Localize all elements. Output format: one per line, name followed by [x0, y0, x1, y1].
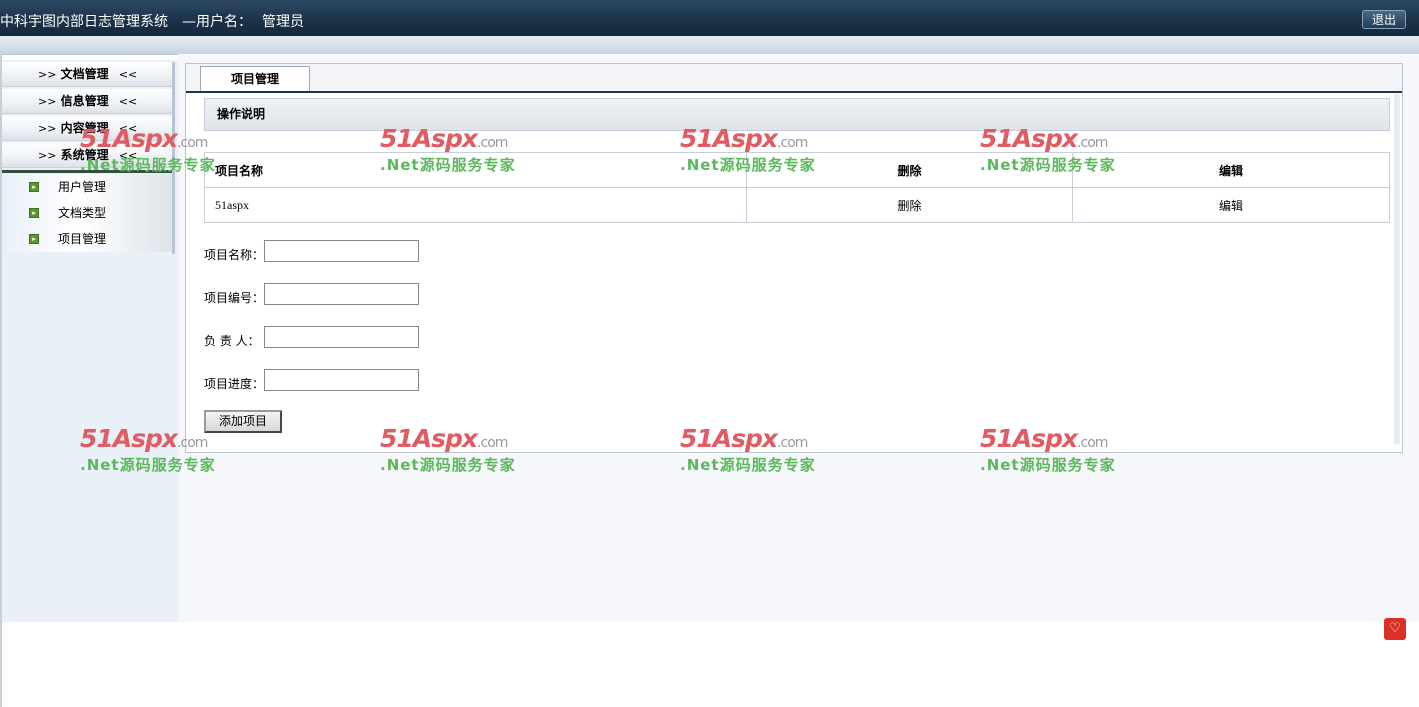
menu-system-management[interactable]: >> 系统管理 <<	[2, 143, 172, 168]
column-header-name: 项目名称	[204, 152, 747, 188]
header-title: 中科宇图内部日志管理系统 —用户名： 管理员	[0, 11, 304, 31]
owner-label: 负 责 人：	[204, 334, 260, 348]
delete-link[interactable]: 删除	[746, 187, 1073, 223]
main-panel: 项目管理 操作说明 项目名称 删除 编辑 51aspx 删除 编辑 项目名称： …	[185, 63, 1403, 453]
progress-label: 项目进度：	[204, 377, 265, 391]
user-name: 管理员	[262, 14, 304, 30]
menu-divider	[2, 170, 174, 173]
menu-arrow-right: <<	[118, 68, 138, 81]
menu-content-management[interactable]: >> 内容管理 <<	[2, 116, 172, 141]
project-code-input[interactable]	[264, 283, 419, 305]
add-project-button[interactable]: 添加项目	[204, 410, 282, 433]
menu-arrow-left: >>	[38, 149, 57, 162]
menu-label: 内容管理	[60, 121, 109, 135]
menu-label: 文档管理	[60, 67, 109, 81]
menu-label: 信息管理	[60, 94, 109, 108]
arrow-bullet-icon: ▸	[29, 208, 39, 218]
sidebar: >> 文档管理 << >> 信息管理 << >> 内容管理 << >> 系统管理…	[2, 60, 178, 622]
menu-arrow-right: <<	[118, 149, 138, 162]
app-header: 中科宇图内部日志管理系统 —用户名： 管理员 退出	[0, 0, 1419, 36]
progress-input[interactable]	[264, 369, 419, 391]
sidebar-item-label: 用户管理	[58, 180, 107, 194]
edit-link[interactable]: 编辑	[1072, 187, 1390, 223]
tab-project-management[interactable]: 项目管理	[200, 66, 310, 91]
header-subbar	[0, 36, 1419, 55]
arrow-bullet-icon: ▸	[29, 182, 39, 192]
arrow-bullet-icon: ▸	[29, 234, 39, 244]
heart-icon[interactable]: ♡	[1384, 618, 1406, 640]
owner-input[interactable]	[264, 326, 419, 348]
table-header-row: 项目名称 删除 编辑	[204, 152, 1390, 188]
logout-button[interactable]: 退出	[1362, 10, 1406, 29]
sidebar-item-user-management[interactable]: ▸ 用户管理	[2, 174, 172, 200]
sidebar-scrollbar[interactable]	[172, 62, 175, 254]
user-prefix: —用户名：	[182, 14, 252, 30]
menu-info-management[interactable]: >> 信息管理 <<	[2, 89, 172, 114]
menu-arrow-left: >>	[38, 122, 57, 135]
menu-arrow-left: >>	[38, 68, 57, 81]
menu-arrow-right: <<	[118, 95, 138, 108]
project-name-input[interactable]	[264, 240, 419, 262]
menu-arrow-right: <<	[118, 122, 138, 135]
panel-scrollbar[interactable]	[1394, 94, 1400, 444]
menu-label: 系统管理	[60, 148, 109, 162]
sidebar-item-project-management[interactable]: ▸ 项目管理	[2, 226, 172, 252]
cell-project-name: 51aspx	[204, 187, 747, 223]
instructions-header: 操作说明	[204, 98, 1390, 131]
menu-arrow-left: >>	[38, 95, 57, 108]
sidebar-item-label: 文档类型	[58, 206, 107, 220]
project-code-label: 项目编号：	[204, 291, 265, 305]
project-table: 项目名称 删除 编辑 51aspx 删除 编辑	[204, 152, 1390, 223]
table-row: 51aspx 删除 编辑	[204, 187, 1390, 223]
column-header-delete: 删除	[746, 152, 1073, 188]
project-name-label: 项目名称：	[204, 248, 265, 262]
app-title: 中科宇图内部日志管理系统	[0, 14, 168, 30]
column-header-edit: 编辑	[1072, 152, 1390, 188]
sidebar-item-doc-type[interactable]: ▸ 文档类型	[2, 200, 172, 226]
sidebar-item-label: 项目管理	[58, 232, 107, 246]
menu-doc-management[interactable]: >> 文档管理 <<	[2, 62, 172, 87]
tab-bar: 项目管理	[186, 64, 1402, 93]
